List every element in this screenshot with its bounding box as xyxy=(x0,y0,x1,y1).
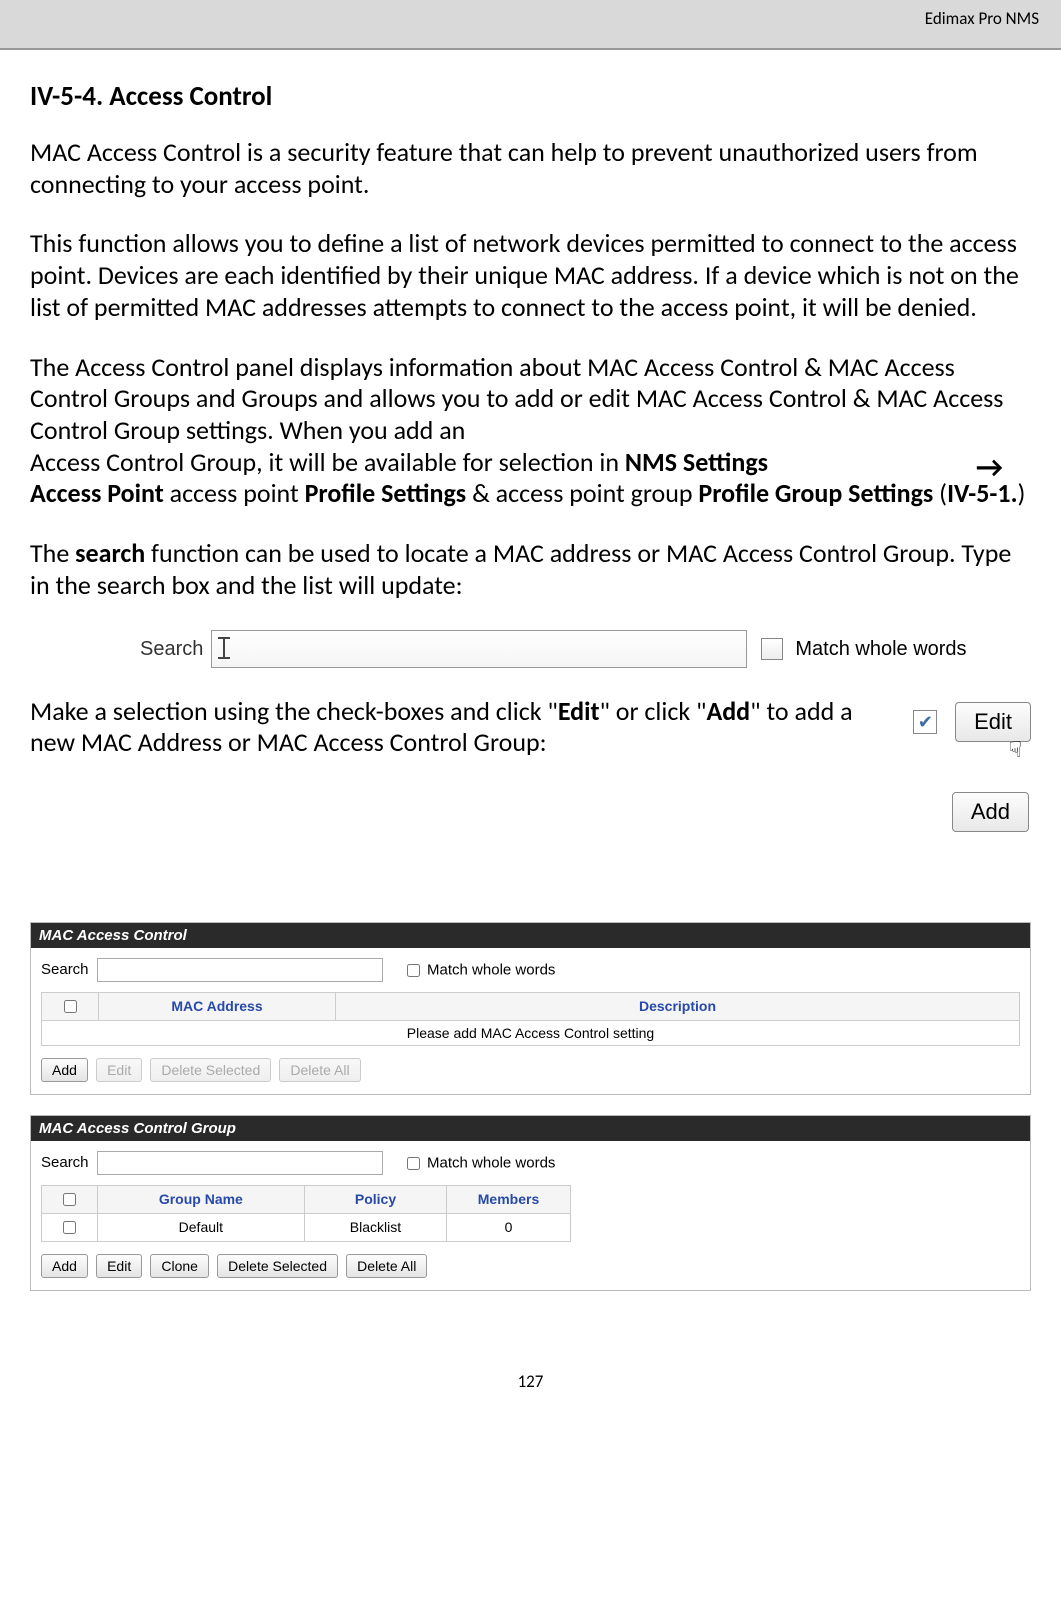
panel2-col-group: Group Name xyxy=(97,1185,304,1213)
p5mid: " or click " xyxy=(599,695,706,727)
paragraph-1: MAC Access Control is a security feature… xyxy=(30,137,1031,200)
p3c-mid2: & access point group xyxy=(466,477,698,509)
panel2-delete-selected-button[interactable]: Delete Selected xyxy=(217,1254,338,1278)
mac-access-control-panel: MAC Access Control Search Match whole wo… xyxy=(30,922,1031,1095)
panel2-row-members: 0 xyxy=(447,1213,571,1241)
search-figure-label: Search xyxy=(140,638,203,661)
profile-settings-bold: Profile Settings xyxy=(305,477,467,509)
panel1-search-input[interactable] xyxy=(97,958,383,982)
panel1-title: MAC Access Control xyxy=(31,923,1030,948)
panel1-add-button[interactable]: Add xyxy=(41,1058,88,1082)
match-checkbox[interactable] xyxy=(761,638,783,660)
panel2-row-checkbox[interactable] xyxy=(63,1221,76,1234)
search-figure: Search Match whole words xyxy=(140,630,1031,668)
p3c-close: ) xyxy=(1018,477,1026,509)
profile-group-settings-bold: Profile Group Settings xyxy=(698,477,933,509)
edit-bold: Edit xyxy=(558,695,600,727)
p4a: The xyxy=(30,537,75,569)
search-bold: search xyxy=(75,537,145,569)
section-heading: IV-5-4. Access Control xyxy=(30,80,1031,113)
hand-cursor-icon: ☟ xyxy=(1009,737,1022,763)
panel2-delete-all-button[interactable]: Delete All xyxy=(346,1254,427,1278)
section-title: Access Control xyxy=(109,80,272,113)
mac-access-control-group-panel: MAC Access Control Group Search Match wh… xyxy=(30,1115,1031,1291)
panel2-col-members: Members xyxy=(447,1185,571,1213)
p5a: Make a selection using the check-boxes a… xyxy=(30,695,558,727)
checked-checkbox-icon[interactable]: ✔ xyxy=(913,710,937,734)
p3c-end: ( xyxy=(933,477,947,509)
page-number: 127 xyxy=(0,1371,1061,1412)
match-label: Match whole words xyxy=(795,638,966,661)
panel2-title: MAC Access Control Group xyxy=(31,1116,1030,1141)
edit-button-figure[interactable]: Edit ☟ xyxy=(955,702,1031,742)
panel1-match-checkbox[interactable] xyxy=(407,964,420,977)
panel1-col-mac: MAC Address xyxy=(99,992,336,1020)
panel2-col-policy: Policy xyxy=(304,1185,446,1213)
access-point-bold: Access Point xyxy=(30,477,164,509)
panel2-row-policy: Blacklist xyxy=(304,1213,446,1241)
add-button-figure[interactable]: Add xyxy=(952,792,1029,832)
p3c-mid: access point xyxy=(164,477,305,509)
panel2-search-input[interactable] xyxy=(97,1151,383,1175)
p4b: function can be used to locate a MAC add… xyxy=(30,537,1011,601)
panel2-match-checkbox[interactable] xyxy=(407,1157,420,1170)
panel1-edit-button[interactable]: Edit xyxy=(96,1058,142,1082)
paragraph-3a: The Access Control panel displays inform… xyxy=(30,351,1003,446)
panel1-col-desc: Description xyxy=(336,992,1020,1020)
panel1-delete-all-button[interactable]: Delete All xyxy=(279,1058,360,1082)
text-cursor-icon xyxy=(216,637,232,661)
add-button-label: Add xyxy=(971,799,1010,825)
panel1-match-label: Match whole words xyxy=(427,961,555,978)
edit-button-label: Edit xyxy=(974,709,1012,735)
panel2-match-label: Match whole words xyxy=(427,1154,555,1171)
panel2-row-name: Default xyxy=(97,1213,304,1241)
paragraph-3b-pre: Access Control Group, it will be availab… xyxy=(30,446,625,478)
panel2-search-label: Search xyxy=(41,1154,89,1171)
paragraph-2: This function allows you to define a lis… xyxy=(30,228,1031,323)
panel2-select-all-checkbox[interactable] xyxy=(63,1193,76,1206)
panel2-add-button[interactable]: Add xyxy=(41,1254,88,1278)
panel1-search-label: Search xyxy=(41,961,89,978)
arrow-icon: → xyxy=(976,450,1003,487)
panel2-edit-button[interactable]: Edit xyxy=(96,1254,142,1278)
section-number: IV-5-4. xyxy=(30,80,103,113)
panel1-empty-row: Please add MAC Access Control setting xyxy=(42,1020,1020,1045)
panel2-clone-button[interactable]: Clone xyxy=(150,1254,209,1278)
panel1-select-all-checkbox[interactable] xyxy=(64,1000,77,1013)
table-row: Default Blacklist 0 xyxy=(42,1213,571,1241)
header-product: Edimax Pro NMS xyxy=(925,8,1039,29)
search-figure-input[interactable] xyxy=(211,630,747,668)
nms-settings-bold: NMS Settings xyxy=(625,446,768,478)
add-bold: Add xyxy=(706,695,750,727)
panel1-delete-selected-button[interactable]: Delete Selected xyxy=(150,1058,271,1082)
